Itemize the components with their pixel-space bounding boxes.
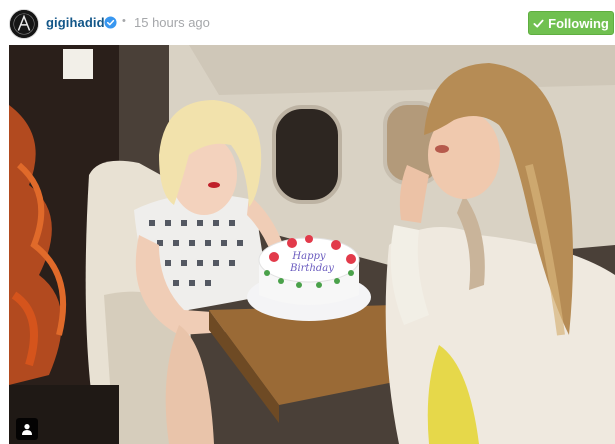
post-timestamp[interactable]: 15 hours ago <box>134 15 210 30</box>
post-header: gigihadid • 15 hours ago Following <box>0 0 615 46</box>
following-button-label: Following <box>548 15 609 31</box>
exit-sign <box>63 49 93 79</box>
cake-text-line2: Birthday <box>289 263 334 274</box>
checkmark-icon <box>533 19 544 28</box>
jacket-right <box>385 227 615 444</box>
instagram-post: gigihadid • 15 hours ago Following Happy… <box>0 0 615 444</box>
photo-scene: Happy Birthday <box>9 45 615 444</box>
person-tag-icon[interactable] <box>16 418 38 440</box>
separator-dot: • <box>122 15 126 27</box>
username-link[interactable]: gigihadid <box>46 15 105 30</box>
cabin-window-left <box>272 105 342 204</box>
verified-badge-icon <box>104 16 117 29</box>
avatar[interactable] <box>9 9 39 39</box>
following-button[interactable]: Following <box>528 11 614 35</box>
cake-text-line1: Happy <box>291 251 325 262</box>
post-photo[interactable]: Happy Birthday <box>9 45 615 444</box>
